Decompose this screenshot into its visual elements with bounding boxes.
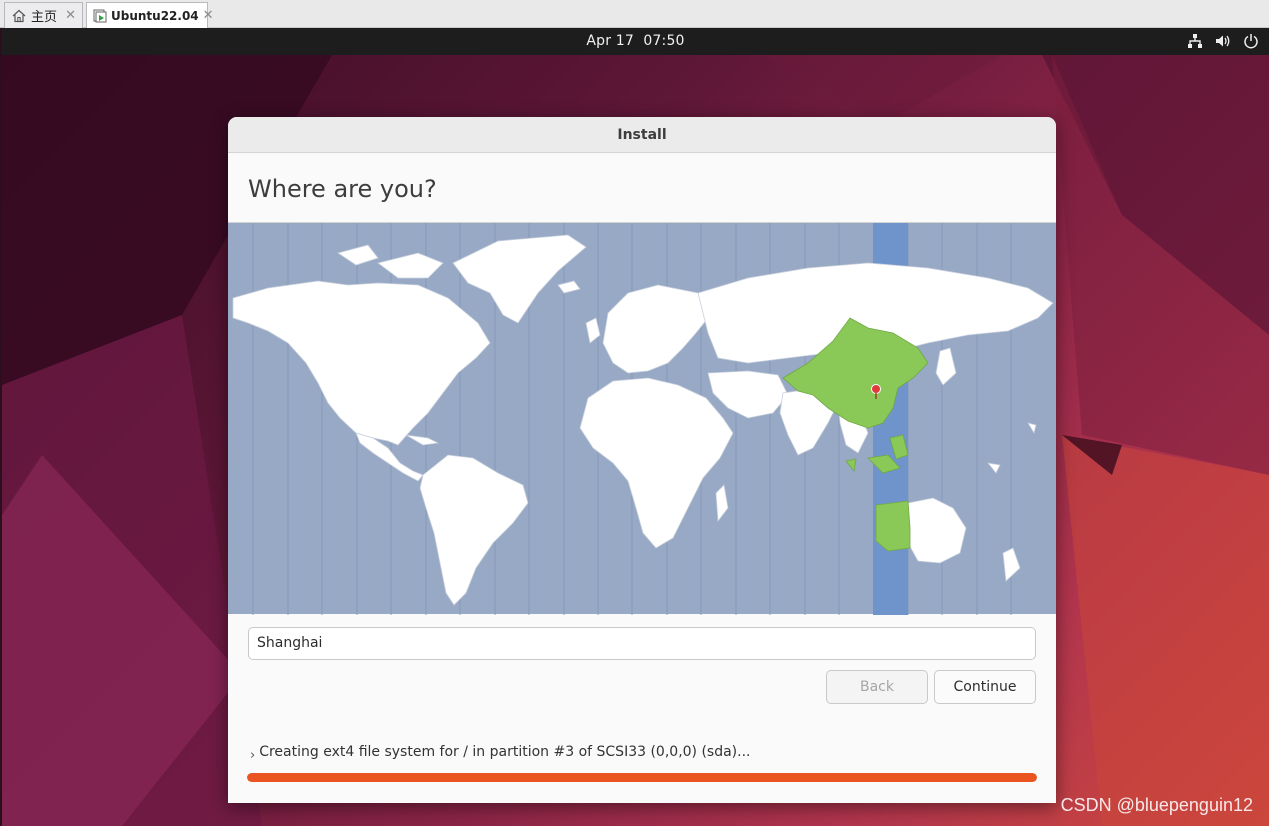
vm-icon	[93, 8, 107, 24]
install-progress-fill	[247, 773, 1037, 782]
close-icon[interactable]: ✕	[203, 8, 214, 23]
volume-icon[interactable]	[1215, 33, 1231, 49]
system-tray[interactable]	[1187, 33, 1259, 49]
chevron-right-icon[interactable]: ›	[250, 748, 255, 763]
network-icon[interactable]	[1187, 33, 1203, 49]
timezone-input[interactable]: Shanghai	[248, 627, 1036, 660]
vm-tab-ubuntu-label: Ubuntu22.04	[111, 8, 199, 23]
install-progress-bar	[247, 773, 1037, 782]
continents	[232, 234, 1054, 606]
clock[interactable]: Apr 17 07:50	[2, 33, 1269, 49]
close-icon[interactable]: ✕	[65, 8, 76, 23]
vm-tab-home-label: 主页	[31, 10, 58, 25]
window-title: Install	[228, 117, 1056, 153]
continue-button[interactable]: Continue	[934, 670, 1036, 704]
page-title: Where are you?	[248, 175, 437, 203]
vm-tab-ubuntu[interactable]: Ubuntu22.04 ✕	[86, 2, 214, 28]
installer-window: Install Where are you? Shanghai Back Con…	[228, 117, 1056, 803]
back-button[interactable]: Back	[826, 670, 928, 704]
vm-tab-strip: 主页 ✕ Ubuntu22.04 ✕	[0, 0, 1269, 28]
install-status-text: Creating ext4 file system for / in parti…	[259, 744, 751, 760]
gnome-top-bar: Apr 17 07:50	[2, 28, 1269, 55]
install-status[interactable]: › Creating ext4 file system for / in part…	[250, 744, 751, 763]
watermark: CSDN @bluepenguin12	[1060, 795, 1253, 815]
timezone-map[interactable]	[228, 222, 1056, 615]
vm-tab-home[interactable]: 主页 ✕	[4, 2, 83, 28]
home-icon	[11, 8, 27, 24]
power-icon[interactable]	[1243, 33, 1259, 49]
